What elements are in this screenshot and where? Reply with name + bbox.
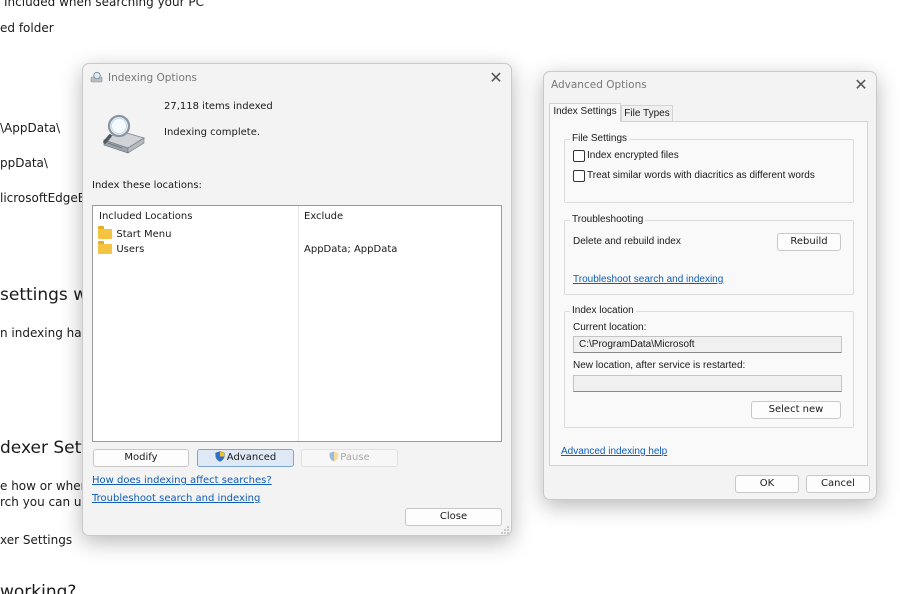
list-item[interactable]: Users	[98, 241, 296, 257]
index-location-group: Index location Current location: C:\Prog…	[564, 305, 854, 428]
indexing-options-title: Indexing Options	[108, 72, 197, 84]
troubleshooting-group: Troubleshooting Delete and rebuild index…	[564, 214, 854, 295]
advanced-options-titlebar[interactable]: Advanced Options ✕	[544, 72, 876, 100]
indexing-options-titlebar[interactable]: Indexing Options ✕	[83, 64, 511, 92]
encrypted-files-label[interactable]: Index encrypted files	[587, 150, 679, 161]
file-settings-title: File Settings	[570, 133, 630, 144]
bg-text-how: e how or where	[0, 479, 93, 493]
indexing-status-icon	[100, 112, 148, 154]
location-name: Start Menu	[116, 229, 172, 240]
shield-icon	[329, 451, 339, 468]
folder-icon	[98, 241, 112, 254]
bg-text-search: rch you can us	[0, 495, 88, 509]
list-item[interactable]: Start Menu	[98, 226, 296, 242]
bg-text-folder: ed folder	[0, 21, 54, 35]
close-icon[interactable]: ✕	[486, 68, 506, 88]
indexing-options-app-icon	[90, 71, 104, 83]
rebuild-button[interactable]: Rebuild	[777, 233, 841, 251]
troubleshoot-link[interactable]: Troubleshoot search and indexing	[573, 274, 723, 285]
column-divider	[298, 206, 299, 441]
ok-button[interactable]: OK	[735, 475, 799, 493]
encrypted-files-checkbox[interactable]	[573, 150, 585, 162]
bg-text-included: Included when searching your PC	[4, 0, 204, 9]
resize-grip-icon[interactable]	[501, 525, 509, 534]
how-indexing-affects-link[interactable]: How does indexing affect searches?	[92, 475, 272, 486]
folder-icon	[98, 226, 112, 239]
select-new-button[interactable]: Select new	[751, 401, 841, 419]
column-header-exclude[interactable]: Exclude	[304, 211, 343, 222]
indexing-options-window: Indexing Options ✕ 27,118 items indexed …	[82, 63, 512, 536]
index-settings-panel: File Settings Index encrypted files Trea…	[549, 121, 868, 466]
current-location-label: Current location:	[573, 322, 647, 333]
advanced-button-label: Advanced	[226, 452, 277, 463]
index-locations-label: Index these locations:	[92, 180, 202, 191]
screen: Included when searching your PC ed folde…	[0, 0, 900, 594]
pause-button[interactable]: Pause	[301, 449, 398, 467]
new-location-label: New location, after service is restarted…	[573, 360, 746, 371]
bg-text-appdata-2: ppData\	[0, 156, 48, 170]
troubleshoot-link[interactable]: Troubleshoot search and indexing	[92, 493, 260, 504]
index-location-title: Index location	[570, 305, 636, 316]
location-exclude: AppData; AppData	[304, 244, 398, 255]
new-location-field[interactable]	[573, 375, 842, 392]
shield-icon	[215, 451, 225, 468]
items-indexed-count: 27,118 items indexed	[164, 101, 273, 112]
pause-button-label: Pause	[340, 452, 370, 463]
close-icon[interactable]: ✕	[851, 75, 871, 95]
bg-link-indexer-settings[interactable]: xer Settings	[0, 533, 72, 547]
bg-text-edge: licrosoftEdgeBa	[0, 191, 94, 205]
modify-button[interactable]: Modify	[93, 449, 189, 467]
cancel-button[interactable]: Cancel	[806, 475, 870, 493]
tab-file-types[interactable]: File Types	[621, 105, 673, 122]
column-header-included[interactable]: Included Locations	[99, 211, 192, 222]
tab-index-settings[interactable]: Index Settings	[549, 103, 621, 122]
indexing-status-text: Indexing complete.	[164, 127, 261, 138]
close-button[interactable]: Close	[405, 508, 502, 526]
advanced-options-title: Advanced Options	[551, 79, 647, 91]
advanced-indexing-help-link[interactable]: Advanced indexing help	[561, 446, 667, 457]
troubleshooting-title: Troubleshooting	[570, 214, 646, 225]
locations-list[interactable]: Included Locations Exclude Start Menu Us…	[92, 205, 502, 442]
diacritics-label[interactable]: Treat similar words with diacritics as d…	[587, 170, 815, 181]
current-location-field[interactable]: C:\ProgramData\Microsoft	[573, 336, 842, 353]
diacritics-checkbox[interactable]	[573, 170, 585, 182]
delete-rebuild-label: Delete and rebuild index	[573, 236, 681, 247]
file-settings-group: File Settings Index encrypted files Trea…	[564, 133, 854, 203]
bg-heading-working: working?	[0, 582, 77, 594]
bg-text-appdata-1: \AppData\	[0, 121, 61, 135]
location-name: Users	[116, 244, 145, 255]
advanced-button[interactable]: Advanced	[197, 449, 294, 467]
